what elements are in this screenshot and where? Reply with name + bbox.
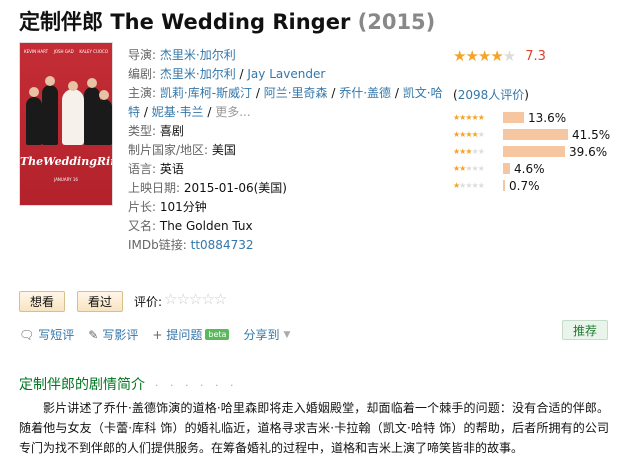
share-dropdown[interactable]: 分享到 ▼	[243, 326, 290, 343]
aka-value: The Golden Tux	[159, 219, 253, 233]
cast-more-link[interactable]: 更多...	[215, 105, 250, 119]
rating-breakdown-row: ★★★★★ 13.6%	[453, 109, 613, 126]
mini-stars-icon: ★★★★★	[453, 180, 485, 190]
aka-label: 又名:	[128, 219, 157, 233]
write-short-review-link[interactable]: 🗨 写短评	[19, 326, 74, 343]
write-review-link[interactable]: ✎ 写影评	[88, 326, 138, 343]
rating-bar	[503, 146, 565, 157]
rating-breakdown-row: ★★★★★ 41.5%	[453, 126, 613, 143]
director-row: 导演: 杰里米·加尔利	[128, 46, 446, 65]
mini-stars-icon: ★★★★★	[453, 163, 485, 173]
rating-breakdown-row: ★★★★★ 0.7%	[453, 177, 613, 194]
genre-label: 类型:	[128, 124, 157, 138]
country-value: 美国	[211, 143, 236, 157]
director-link[interactable]: 杰里米·加尔利	[160, 48, 236, 62]
poster-name: JOSH GAD	[53, 49, 74, 54]
movie-info: 导演: 杰里米·加尔利 编剧: 杰里米·加尔利 / Jay Lavender 主…	[128, 46, 446, 255]
writer-row: 编剧: 杰里米·加尔利 / Jay Lavender	[128, 67, 326, 81]
runtime-label: 片长:	[128, 200, 157, 214]
rate-label: 评价:	[134, 295, 163, 309]
imdb-link[interactable]: tt0884732	[191, 238, 254, 252]
rating-panel: ★★★★ ★ 7.3 (2098人评价) ★★★★★ 13.6% ★★★★★ 41.5%…	[453, 46, 613, 194]
mini-stars-icon: ★★★★★	[453, 129, 485, 139]
poster-names: KEVIN HART JOSH GAD KALEY CUOCO	[24, 49, 108, 54]
poster-date: JANUARY 16	[54, 177, 78, 182]
rating-count-link[interactable]: 2098人评价	[458, 88, 525, 102]
chevron-down-icon: ▼	[283, 329, 291, 340]
rating-breakdown-row: ★★★★★ 39.6%	[453, 143, 613, 160]
ask-question-link[interactable]: + 提问题 beta	[152, 326, 230, 343]
cast-link[interactable]: 凯莉·库柯-斯威汀	[160, 86, 252, 100]
poster-name: KEVIN HART	[24, 49, 49, 54]
release-value: 2015-01-06(美国)	[183, 181, 287, 195]
genre-value: 喜剧	[159, 124, 184, 138]
aka-row: 又名: The Golden Tux	[128, 217, 446, 236]
rating-bar	[503, 180, 505, 191]
want-to-see-button[interactable]: 想看	[19, 291, 65, 312]
language-label: 语言:	[128, 162, 157, 176]
plus-icon: +	[152, 327, 163, 342]
genre-row: 类型: 喜剧	[128, 122, 446, 141]
country-label: 制片国家/地区:	[128, 143, 209, 157]
poster-title: TheWeddingRinger	[20, 155, 112, 168]
rating-count: (2098人评价)	[453, 88, 529, 102]
country-row: 制片国家/地区: 美国	[128, 141, 446, 160]
page-title: 定制伴郎 The Wedding Ringer (2015)	[19, 6, 435, 36]
mini-stars-icon: ★★★★★	[453, 146, 485, 156]
title-en: The Wedding Ringer	[110, 10, 351, 34]
pencil-icon: ✎	[88, 327, 99, 342]
poster-name: KALEY CUOCO	[79, 49, 108, 54]
release-row: 上映日期: 2015-01-06(美国)	[128, 179, 446, 198]
title-year: (2015)	[357, 10, 436, 34]
writer-link[interactable]: 杰里米·加尔利	[160, 67, 236, 81]
rating-percent: 13.6%	[528, 110, 567, 125]
cast-row: 主演: 凯莉·库柯-斯威汀 / 阿兰·里奇森 / 乔什·盖德 / 凯文·哈特 /…	[128, 86, 443, 119]
rate-stars-input[interactable]: ☆☆☆☆☆	[164, 290, 227, 308]
poster-people-illustration	[26, 73, 112, 145]
speech-bubble-icon: 🗨	[19, 327, 35, 342]
writer-link[interactable]: Jay Lavender	[247, 67, 325, 81]
mini-stars-icon: ★★★★★	[453, 112, 485, 122]
rating-percent: 0.7%	[509, 178, 540, 193]
rating-bar	[503, 112, 524, 123]
recommend-button[interactable]: 推荐	[562, 320, 608, 340]
imdb-row: IMDb链接: tt0884732	[128, 236, 446, 255]
runtime-value: 101分钟	[159, 200, 207, 214]
rating-star-empty-icon: ★	[502, 46, 516, 65]
cast-link[interactable]: 乔什·盖德	[339, 86, 391, 100]
summary-heading: 定制伴郎的剧情简介 · · · · · ·	[19, 377, 238, 393]
summary-text: 影片讲述了乔什·盖德饰演的道格·哈里森即将走入婚姻殿堂，却面临着一个棘手的问题：…	[19, 401, 609, 455]
rating-score: 7.3	[525, 48, 546, 64]
language-value: 英语	[159, 162, 184, 176]
release-label: 上映日期:	[128, 181, 181, 195]
action-bar: 🗨 写短评 ✎ 写影评 + 提问题 beta 分享到 ▼	[19, 326, 304, 343]
rating-bar	[503, 163, 510, 174]
director-label: 导演:	[128, 48, 157, 62]
rating-percent: 39.6%	[569, 144, 608, 159]
language-row: 语言: 英语	[128, 160, 446, 179]
beta-badge: beta	[205, 329, 230, 340]
title-cn: 定制伴郎	[19, 10, 103, 34]
seen-button[interactable]: 看过	[77, 291, 123, 312]
rating-breakdown: ★★★★★ 13.6% ★★★★★ 41.5% ★★★★★ 39.6% ★★★★★ 4.6% ★…	[453, 109, 613, 194]
rating-summary: ★★★★ ★ 7.3	[453, 46, 613, 66]
rating-bar	[503, 129, 568, 140]
cast-label: 主演:	[128, 86, 157, 100]
rating-breakdown-row: ★★★★★ 4.6%	[453, 160, 613, 177]
writer-label: 编剧:	[128, 67, 157, 81]
rating-percent: 41.5%	[572, 127, 611, 142]
runtime-row: 片长: 101分钟	[128, 198, 446, 217]
movie-poster[interactable]: KEVIN HART JOSH GAD KALEY CUOCO TheWeddi…	[19, 42, 113, 206]
cast-link[interactable]: 妮基·韦兰	[152, 105, 204, 119]
rating-stars-icon: ★★★★	[453, 46, 504, 65]
rating-percent: 4.6%	[514, 161, 545, 176]
imdb-label: IMDb链接:	[128, 238, 187, 252]
cast-link[interactable]: 阿兰·里奇森	[264, 86, 328, 100]
